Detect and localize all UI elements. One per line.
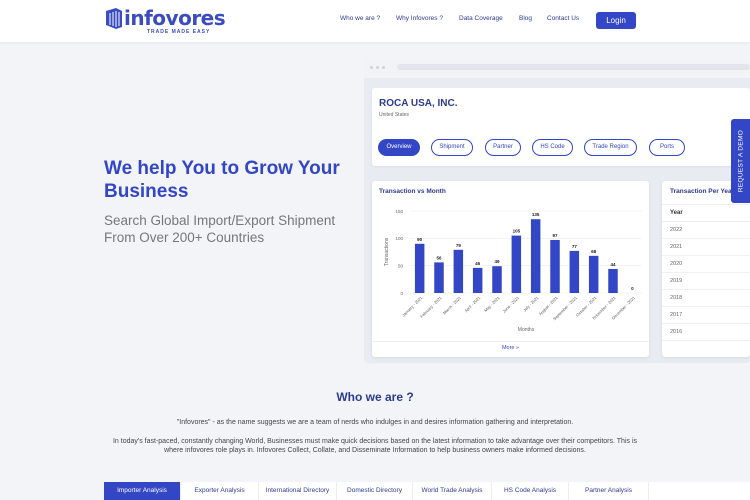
window-dot-icon — [376, 66, 379, 69]
hero-title: We help You to Grow Your Business — [104, 158, 340, 202]
year-row: 2018 — [662, 290, 750, 307]
year-row: 2017 — [662, 307, 750, 324]
brand-tagline: TRADE MADE EASY — [147, 29, 211, 35]
transaction-bar-chart: 050100150Transactions 90January - 202156F… — [384, 209, 642, 333]
chart-bar — [492, 266, 502, 293]
bar-value-label: 68 — [591, 249, 597, 254]
year-row: 2021 — [662, 239, 750, 256]
chart-bar — [550, 239, 560, 293]
year-row: 2016 — [662, 324, 750, 341]
x-tick-label: May - 2021 — [483, 295, 501, 313]
bar-value-label: 49 — [494, 259, 500, 264]
chart-more-link[interactable]: More » — [372, 345, 649, 351]
x-tick-label: March - 2021 — [442, 295, 463, 316]
tab-shipment[interactable]: Shipment — [431, 139, 473, 156]
chart-bar — [569, 250, 580, 293]
company-card: ROCA USA, INC. United States Overview Sh… — [372, 88, 750, 166]
transaction-per-year-card: Transaction Per Year Year 2022 2021 2020… — [662, 181, 750, 357]
x-tick-label: April - 2021 — [463, 295, 482, 314]
x-tick-label: June - 2021 — [502, 295, 521, 314]
bar-value-label: 79 — [456, 243, 462, 248]
x-axis-label: Months — [518, 327, 535, 333]
bar-value-label: 44 — [610, 262, 616, 267]
tab-overview[interactable]: Overview — [378, 139, 420, 156]
year-row: 2020 — [662, 256, 750, 273]
year-card-title: Transaction Per Year — [670, 188, 735, 195]
bar-value-label: 90 — [417, 237, 423, 242]
tab-international-directory[interactable]: International Directory — [259, 482, 337, 500]
chart-bar — [414, 243, 425, 293]
y-tick-label: 0 — [400, 291, 403, 296]
bar-value-label: 97 — [552, 233, 558, 238]
about-intro: "Infovores" - as the name suggests we ar… — [176, 419, 574, 426]
tab-ports[interactable]: Ports — [649, 139, 685, 156]
bar-value-label: 56 — [436, 255, 442, 260]
tab-world-trade-analysis[interactable]: World Trade Analysis — [413, 482, 492, 500]
login-button[interactable]: Login — [596, 12, 636, 29]
window-dot-icon — [370, 66, 373, 69]
chart-bar — [511, 235, 522, 293]
bar-value-label: 105 — [513, 229, 521, 234]
year-row: 2019 — [662, 273, 750, 290]
tab-partner-analysis[interactable]: Partner Analysis — [569, 482, 649, 500]
tab-hs-code[interactable]: HS Code — [532, 139, 573, 156]
bar-value-label: 0 — [631, 286, 634, 291]
year-value: 2019 — [670, 278, 683, 284]
chart-bar — [453, 249, 464, 293]
analysis-tabs: Importer Analysis Exporter Analysis Inte… — [104, 482, 750, 500]
hero-subtitle: Search Global Import/Export Shipment Fro… — [104, 213, 336, 245]
mockup-window-bar — [364, 58, 750, 78]
about-title: Who we are ? — [336, 390, 414, 404]
request-demo-label: REQUEST A DEMO — [737, 129, 744, 193]
year-column-header: Year — [670, 210, 683, 216]
chart-bar — [434, 262, 444, 293]
year-row: 2022 — [662, 222, 750, 239]
dashboard-mockup: ROCA USA, INC. United States Overview Sh… — [364, 58, 750, 363]
company-name: ROCA USA, INC. — [379, 98, 458, 109]
chart-bar — [588, 255, 599, 293]
nav-why-infovores[interactable]: Why Infovores ? — [396, 15, 443, 22]
tab-trade-region[interactable]: Trade Region — [584, 139, 637, 156]
bar-value-label: 77 — [572, 244, 578, 249]
chart-bar — [608, 268, 618, 293]
x-tick-label: July - 2021 — [522, 295, 540, 313]
tab-exporter-analysis[interactable]: Exporter Analysis — [181, 482, 259, 500]
y-tick-label: 50 — [398, 263, 404, 268]
year-value: 2017 — [670, 312, 683, 318]
y-tick-label: 150 — [395, 209, 403, 214]
year-value: 2016 — [670, 329, 683, 335]
mockup-address-bar — [397, 64, 750, 70]
bar-value-label: 46 — [475, 261, 481, 266]
company-country: United States — [379, 112, 410, 118]
request-demo-button[interactable]: REQUEST A DEMO — [731, 119, 750, 203]
nav-who-we-are[interactable]: Who we are ? — [340, 15, 380, 22]
nav-blog[interactable]: Blog — [519, 15, 532, 22]
year-value: 2022 — [670, 227, 683, 233]
chart-divider — [372, 341, 649, 342]
site-header: infovores TRADE MADE EASY Who we are ? W… — [0, 0, 750, 42]
tab-hs-code-analysis[interactable]: HS Code Analysis — [492, 482, 569, 500]
year-value: 2018 — [670, 295, 683, 301]
year-table-header: Year — [662, 204, 750, 222]
y-axis-label: Transactions — [384, 237, 390, 266]
chart-bar — [530, 219, 541, 293]
year-value: 2020 — [670, 261, 683, 267]
about-description: In today's fast-paced, constantly changi… — [112, 438, 638, 454]
tab-domestic-directory[interactable]: Domestic Directory — [337, 482, 413, 500]
tab-importer-analysis[interactable]: Importer Analysis — [104, 482, 181, 500]
transaction-chart-card: Transaction vs Month 0 50 100 150 Transactio… — [372, 181, 649, 357]
chart-bar — [472, 267, 483, 293]
bar-value-label: 135 — [532, 212, 540, 217]
tab-partner[interactable]: Partner — [485, 139, 521, 156]
nav-data-coverage[interactable]: Data Coverage — [459, 15, 503, 22]
nav-contact-us[interactable]: Contact Us — [547, 15, 579, 22]
y-tick-label: 100 — [395, 236, 403, 241]
window-dot-icon — [382, 66, 385, 69]
main-nav: Who we are ? Why Infovores ? Data Covera… — [0, 15, 750, 27]
year-value: 2021 — [670, 244, 683, 250]
